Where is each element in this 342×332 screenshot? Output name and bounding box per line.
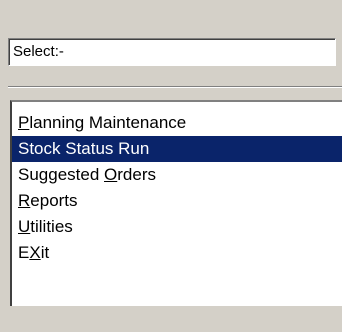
accelerator-key: X [29, 243, 41, 262]
menu-item-planning-maintenance[interactable]: Planning Maintenance [12, 110, 342, 136]
menu-list[interactable]: Planning Maintenance Stock Status Run Su… [10, 100, 342, 306]
menu-item-exit[interactable]: EXit [12, 240, 342, 266]
accelerator-key: R [18, 191, 31, 210]
select-field[interactable]: Select:- [8, 38, 336, 66]
accelerator-key: U [18, 217, 31, 236]
menu-item-reports[interactable]: Reports [12, 188, 342, 214]
accelerator-key: O [104, 165, 118, 184]
menu-item-utilities[interactable]: Utilities [12, 214, 342, 240]
accelerator-key: P [18, 113, 30, 132]
menu-item-stock-status-run[interactable]: Stock Status Run [12, 136, 342, 162]
divider [8, 86, 342, 88]
menu-item-suggested-orders[interactable]: Suggested Orders [12, 162, 342, 188]
